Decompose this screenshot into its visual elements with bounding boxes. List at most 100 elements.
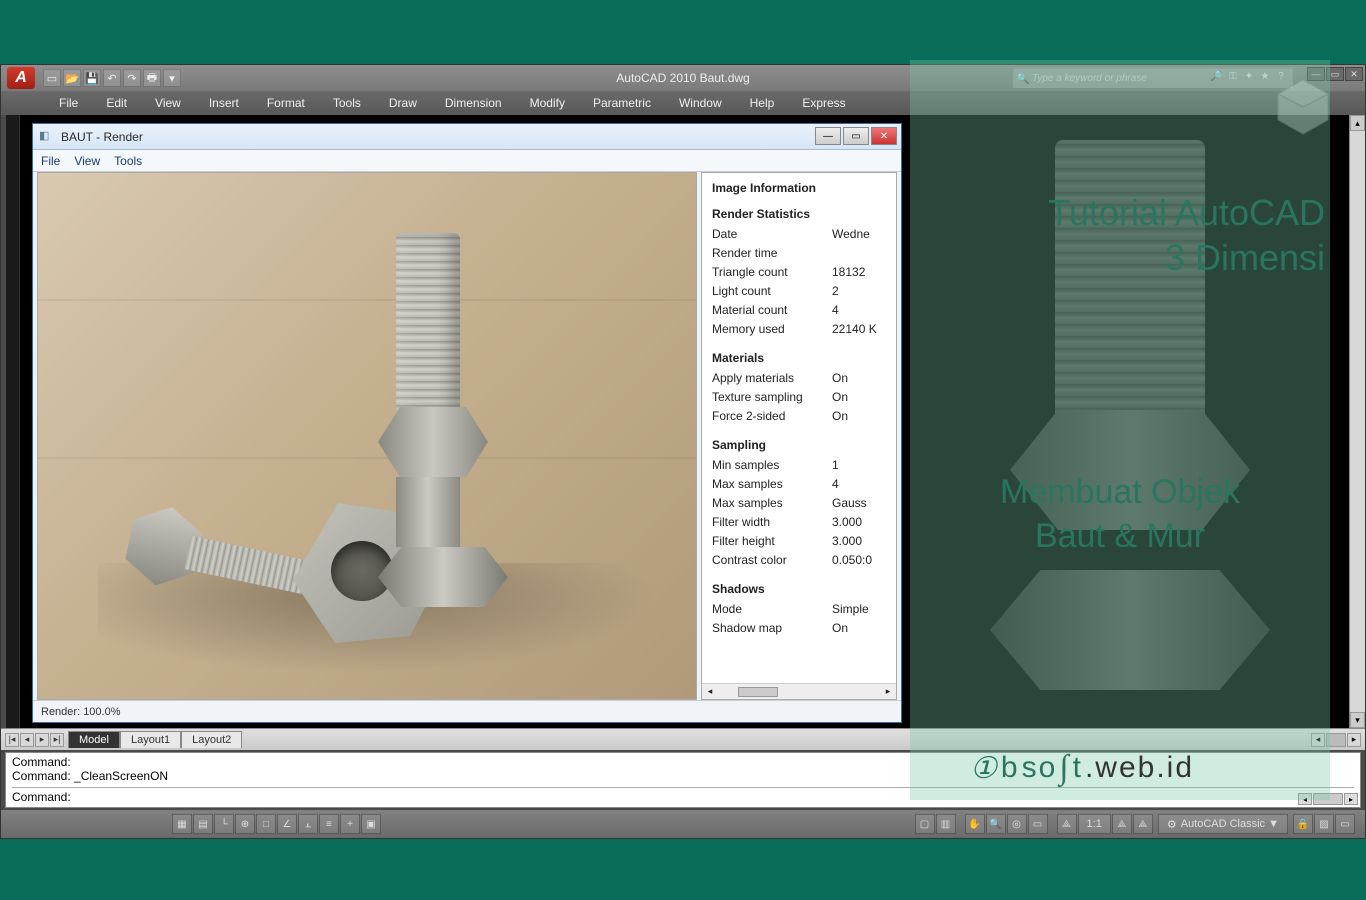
menu-edit[interactable]: Edit: [92, 92, 141, 114]
info-row: Material count4: [712, 301, 886, 320]
menu-dimension[interactable]: Dimension: [431, 92, 516, 114]
info-row: Memory used22140 K: [712, 320, 886, 339]
menu-window[interactable]: Window: [665, 92, 736, 114]
menu-format[interactable]: Format: [253, 92, 319, 114]
image-information-panel[interactable]: Image Information Render StatisticsDateW…: [701, 172, 897, 700]
scrollbar-thumb[interactable]: [738, 687, 778, 697]
cmd-scroll-right-icon[interactable]: ▸: [1344, 793, 1358, 805]
info-horizontal-scrollbar[interactable]: ◂ ▸: [702, 683, 896, 699]
menu-view[interactable]: View: [141, 92, 195, 114]
open-icon[interactable]: 📂: [63, 69, 81, 87]
menu-help[interactable]: Help: [736, 92, 789, 114]
menu-draw[interactable]: Draw: [375, 92, 431, 114]
info-value: 4: [832, 475, 886, 494]
toolbar-lock-icon[interactable]: 🔒: [1293, 814, 1313, 834]
hardware-accel-icon[interactable]: ▨: [1314, 814, 1334, 834]
save-icon[interactable]: 💾: [83, 69, 101, 87]
vertical-scrollbar[interactable]: ▴ ▾: [1349, 115, 1365, 728]
tab-nav-first-icon[interactable]: |◂: [5, 733, 19, 747]
qat-dropdown-icon[interactable]: ▾: [163, 69, 181, 87]
grid-toggle-icon[interactable]: ▤: [193, 814, 213, 834]
print-icon[interactable]: 🖶: [143, 69, 161, 87]
polar-toggle-icon[interactable]: ⊕: [235, 814, 255, 834]
annotation-scale-icon[interactable]: ⟁: [1057, 814, 1077, 834]
ortho-toggle-icon[interactable]: └: [214, 814, 234, 834]
close-button[interactable]: ✕: [1345, 67, 1363, 81]
render-menu-tools[interactable]: Tools: [114, 154, 142, 168]
tab-layout1[interactable]: Layout1: [120, 731, 181, 748]
tab-layout2[interactable]: Layout2: [181, 731, 242, 748]
zoom-icon[interactable]: 🔍: [986, 814, 1006, 834]
titlebar: A ▭ 📂 💾 ↶ ↷ 🖶 ▾ AutoCAD 2010 Baut.dwg 🔍 …: [1, 65, 1365, 91]
render-menu-view[interactable]: View: [74, 154, 100, 168]
info-row: Filter height3.000: [712, 532, 886, 551]
steering-wheel-icon[interactable]: ◎: [1007, 814, 1027, 834]
annotation-autoscale-icon[interactable]: ⟁: [1133, 814, 1153, 834]
render-titlebar[interactable]: ◧ BAUT - Render ― ▭ ✕: [33, 124, 901, 150]
scroll-up-icon[interactable]: ▴: [1350, 115, 1365, 131]
ducs-toggle-icon[interactable]: ⫠: [298, 814, 318, 834]
menu-file[interactable]: File: [45, 92, 92, 114]
clean-screen-icon[interactable]: ▭: [1335, 814, 1355, 834]
workspace-switcher[interactable]: ⚙ AutoCAD Classic ▼: [1158, 814, 1288, 834]
render-window-title: BAUT - Render: [61, 130, 143, 144]
new-icon[interactable]: ▭: [43, 69, 61, 87]
tab-nav-prev-icon[interactable]: ◂: [20, 733, 34, 747]
showmotion-icon[interactable]: ▭: [1028, 814, 1048, 834]
scroll-down-icon[interactable]: ▾: [1350, 712, 1365, 728]
info-key: Max samples: [712, 475, 832, 494]
status-bar: ▦ ▤ └ ⊕ □ ∠ ⫠ ≡ + ▣ ▢ ▥ ✋ 🔍 ◎ ▭ ⟁ 1:1 ⟁ …: [1, 810, 1365, 838]
tab-model[interactable]: Model: [68, 731, 120, 748]
hscroll-thumb[interactable]: [1326, 733, 1346, 747]
menu-modify[interactable]: Modify: [516, 92, 579, 114]
search-placeholder: Type a keyword or phrase: [1032, 73, 1210, 84]
qp-toggle-icon[interactable]: ▣: [361, 814, 381, 834]
info-key: Date: [712, 225, 832, 244]
gear-icon: ⚙: [1167, 818, 1177, 831]
hscroll-right-icon[interactable]: ▸: [1347, 733, 1361, 747]
quickview-layouts-icon[interactable]: ▥: [936, 814, 956, 834]
redo-icon[interactable]: ↷: [123, 69, 141, 87]
info-value: 18132: [832, 263, 886, 282]
cmd-scroll-left-icon[interactable]: ◂: [1298, 793, 1312, 805]
info-value: Gauss: [832, 494, 886, 513]
menu-insert[interactable]: Insert: [195, 92, 253, 114]
infocenter-satellite-icon[interactable]: ✦: [1242, 71, 1256, 85]
tab-nav-last-icon[interactable]: ▸|: [50, 733, 64, 747]
pan-icon[interactable]: ✋: [965, 814, 985, 834]
dyn-toggle-icon[interactable]: ≡: [319, 814, 339, 834]
menu-parametric[interactable]: Parametric: [579, 92, 665, 114]
otrack-toggle-icon[interactable]: ∠: [277, 814, 297, 834]
info-value: 2: [832, 282, 886, 301]
annotation-scale-value[interactable]: 1:1: [1078, 814, 1111, 834]
render-output-image: [37, 172, 697, 700]
render-statusbar: Render: 100.0%: [33, 700, 901, 722]
tab-nav-next-icon[interactable]: ▸: [35, 733, 49, 747]
cmd-scroll-thumb[interactable]: [1313, 793, 1343, 805]
info-value: On: [832, 619, 886, 638]
snap-toggle-icon[interactable]: ▦: [172, 814, 192, 834]
render-close-button[interactable]: ✕: [871, 127, 897, 145]
osnap-toggle-icon[interactable]: □: [256, 814, 276, 834]
render-maximize-button[interactable]: ▭: [843, 127, 869, 145]
menu-tools[interactable]: Tools: [319, 92, 375, 114]
infocenter-binoculars-icon[interactable]: 🔎: [1210, 71, 1224, 85]
window-title: AutoCAD 2010 Baut.dwg: [616, 71, 749, 85]
render-minimize-button[interactable]: ―: [815, 127, 841, 145]
menu-express[interactable]: Express: [788, 92, 859, 114]
infocenter-key-icon[interactable]: ⚿: [1226, 71, 1240, 85]
undo-icon[interactable]: ↶: [103, 69, 121, 87]
model-paper-toggle-icon[interactable]: ▢: [915, 814, 935, 834]
info-key: Memory used: [712, 320, 832, 339]
viewcube[interactable]: [1268, 72, 1338, 142]
render-menu-file[interactable]: File: [41, 154, 60, 168]
infocenter-search[interactable]: 🔍 Type a keyword or phrase 🔎 ⚿ ✦ ★ ?: [1013, 68, 1293, 88]
lwt-toggle-icon[interactable]: +: [340, 814, 360, 834]
annotation-visibility-icon[interactable]: ⟁: [1112, 814, 1132, 834]
search-icon: 🔍: [1014, 72, 1032, 85]
info-key: Min samples: [712, 456, 832, 475]
hscroll-left-icon[interactable]: ◂: [1311, 733, 1325, 747]
command-input[interactable]: [71, 790, 1354, 804]
app-menu-button[interactable]: A: [7, 67, 35, 89]
floor-seam: [38, 457, 696, 459]
